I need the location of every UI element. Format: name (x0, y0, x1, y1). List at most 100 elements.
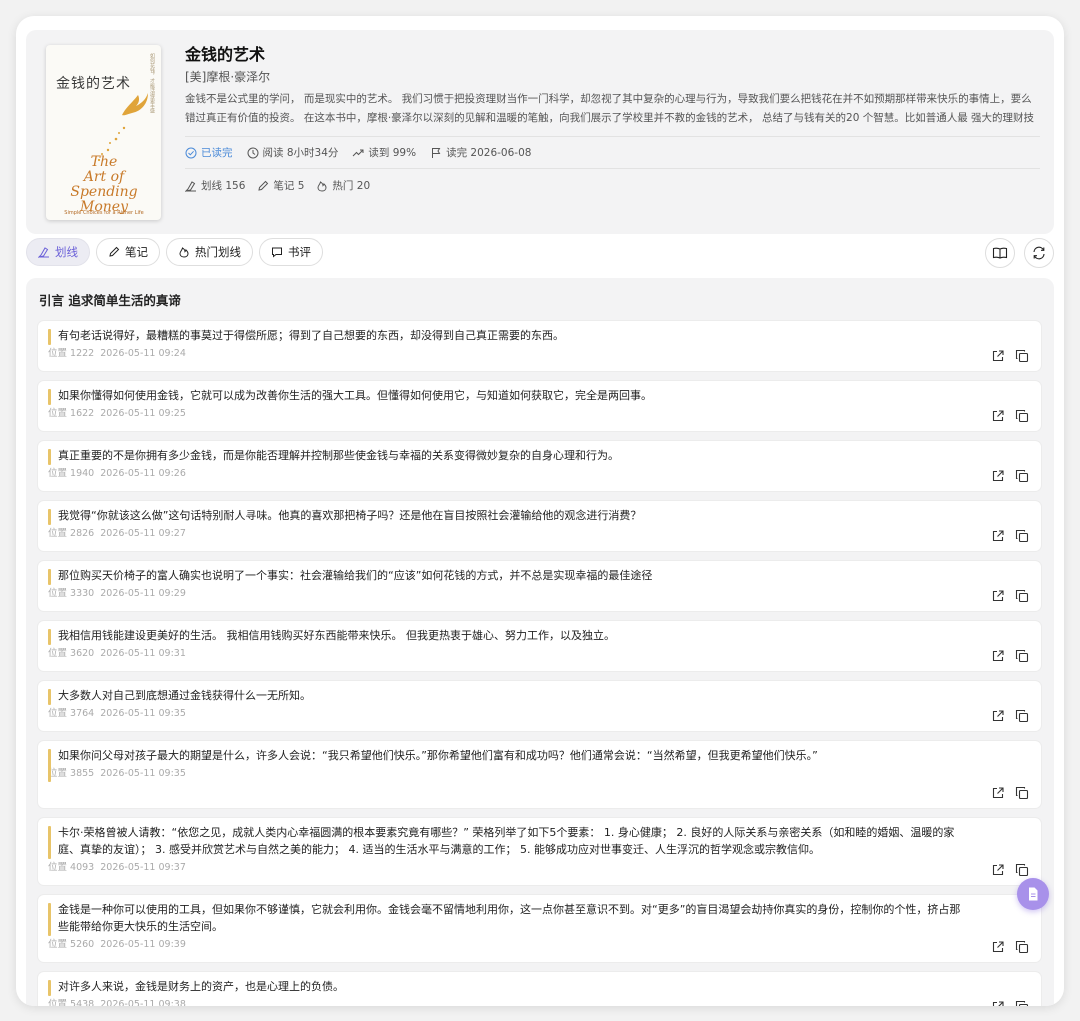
highlight-position: 位置 3330 (48, 588, 95, 599)
copy-button[interactable] (1015, 409, 1029, 423)
share-button[interactable] (991, 649, 1005, 663)
highlight-position: 位置 5438 (48, 999, 95, 1006)
highlight-date: 2026-05-11 09:24 (100, 348, 186, 359)
open-book-button[interactable] (985, 238, 1015, 268)
highlight-date: 2026-05-11 09:35 (100, 708, 186, 719)
flag-icon (432, 147, 441, 158)
highlight-item[interactable]: 我相信用钱能建设更美好的生活。 我相信用钱购买好东西能带来快乐。 但我更热衷于雄… (38, 621, 1041, 671)
highlight-item[interactable]: 有句老话说得好，最糟糕的事莫过于得偿所愿；得到了自己想要的东西，却没得到自己真正… (38, 321, 1041, 371)
reading-status-row: 已读完 阅读 8小时34分 读到 99% 读完 2026-06-08 (185, 136, 1040, 162)
highlight-actions (991, 469, 1029, 483)
share-button[interactable] (991, 529, 1005, 543)
highlight-item[interactable]: 如果你懂得如何使用金钱，它就可以成为改善你生活的强大工具。但懂得如何使用它，与知… (38, 381, 1041, 431)
share-button[interactable] (991, 469, 1005, 483)
highlight-actions (991, 409, 1029, 423)
share-button[interactable] (991, 786, 1005, 800)
highlight-text: 大多数人对自己到底想通过金钱获得什么一无所知。 (58, 689, 311, 702)
share-button[interactable] (991, 349, 1005, 363)
highlight-position: 位置 1622 (48, 408, 95, 419)
highlight-text: 金钱是一种你可以使用的工具，但如果你不够谨慎，它就会利用你。金钱会毫不留情地利用… (58, 903, 961, 933)
copy-icon (1015, 589, 1029, 603)
highlight-text: 真正重要的不是你拥有多少金钱，而是你能否理解并控制那些使金钱与幸福的关系变得微妙… (58, 449, 619, 462)
highlight-color-bar (48, 749, 51, 782)
notes-fab-button[interactable] (1017, 878, 1049, 910)
book-info-card: 如何花钱，才能活得更丰盛 金钱的艺术 The Art of Spending M… (26, 30, 1054, 234)
book-cover[interactable]: 如何花钱，才能活得更丰盛 金钱的艺术 The Art of Spending M… (46, 45, 161, 220)
highlight-meta: 位置 2826 2026-05-11 09:27 (38, 524, 1041, 541)
document-icon (1029, 887, 1038, 901)
highlight-date: 2026-05-11 09:39 (100, 939, 186, 950)
tab-reviews[interactable]: 书评 (259, 238, 323, 266)
highlight-actions (991, 786, 1029, 800)
bird-icon (122, 93, 148, 116)
copy-button[interactable] (1015, 529, 1029, 543)
highlight-item[interactable]: 那位购买天价椅子的富人确实也说明了一个事实：社会灌输给我们的“应该”如何花钱的方… (38, 561, 1041, 611)
highlight-item[interactable]: 真正重要的不是你拥有多少金钱，而是你能否理解并控制那些使金钱与幸福的关系变得微妙… (38, 441, 1041, 491)
highlight-actions (991, 863, 1029, 877)
comment-icon (272, 247, 282, 258)
copy-icon (1015, 529, 1029, 543)
highlight-item[interactable]: 我觉得“你就该这么做”这句话特别耐人寻味。他真的喜欢那把椅子吗？还是他在盲目按照… (38, 501, 1041, 551)
copy-button[interactable] (1015, 1000, 1029, 1006)
highlight-text: 如果你问父母对孩子最大的期望是什么，许多人会说：“我只希望他们快乐。”那你希望他… (58, 749, 818, 762)
highlight-item[interactable]: 对许多人来说，金钱是财务上的资产，也是心理上的负债。 位置 5438 2026-0… (38, 972, 1041, 1006)
copy-icon (1015, 649, 1029, 663)
highlight-color-bar (48, 509, 51, 525)
highlight-position: 位置 3855 (48, 768, 95, 779)
highlight-item[interactable]: 大多数人对自己到底想通过金钱获得什么一无所知。位置 3764 2026-05-1… (38, 681, 1041, 731)
share-button[interactable] (991, 863, 1005, 877)
share-button[interactable] (991, 1000, 1005, 1006)
highlight-text: 卡尔·荣格曾被人请教：“依您之见，成就人类内心幸福圆满的根本要素究竟有哪些？” … (58, 826, 955, 856)
highlights-list: 有句老话说得好，最糟糕的事莫过于得偿所愿；得到了自己想要的东西，却没得到自己真正… (38, 321, 1041, 1006)
highlight-date: 2026-05-11 09:26 (100, 468, 186, 479)
highlight-position: 位置 5260 (48, 939, 95, 950)
copy-icon (1015, 349, 1029, 363)
copy-button[interactable] (1015, 469, 1029, 483)
copy-icon (1015, 709, 1029, 723)
book-title: 金钱的艺术 (185, 45, 266, 64)
clock-icon (247, 147, 258, 158)
copy-button[interactable] (1015, 589, 1029, 603)
highlight-position: 位置 1940 (48, 468, 95, 479)
highlight-color-bar (48, 826, 51, 859)
copy-button[interactable] (1015, 786, 1029, 800)
share-button[interactable] (991, 409, 1005, 423)
share-button[interactable] (991, 589, 1005, 603)
share-button[interactable] (991, 709, 1005, 723)
highlight-color-bar (48, 569, 51, 585)
highlight-color-bar (48, 689, 51, 705)
highlight-date: 2026-05-11 09:37 (100, 862, 186, 873)
share-button[interactable] (991, 940, 1005, 954)
external-link-icon (992, 470, 1004, 482)
copy-button[interactable] (1015, 709, 1029, 723)
refresh-button[interactable] (1024, 238, 1054, 268)
tab-popular-highlights[interactable]: 热门划线 (166, 238, 253, 266)
highlight-actions (991, 529, 1029, 543)
copy-button[interactable] (1015, 649, 1029, 663)
status-done: 已读完 (185, 145, 233, 160)
copy-button[interactable] (1015, 863, 1029, 877)
highlight-actions (991, 1000, 1029, 1006)
highlight-item[interactable]: 金钱是一种你可以使用的工具，但如果你不够谨慎，它就会利用你。金钱会毫不留情地利用… (38, 895, 1041, 962)
highlight-date: 2026-05-11 09:29 (100, 588, 186, 599)
highlight-text: 我相信用钱能建设更美好的生活。 我相信用钱购买好东西能带来快乐。 但我更热衷于雄… (58, 629, 615, 642)
tab-highlights[interactable]: 划线 (26, 238, 90, 266)
copy-icon (1015, 863, 1029, 877)
highlighter-icon (38, 247, 49, 258)
external-link-icon (992, 350, 1004, 362)
copy-button[interactable] (1015, 349, 1029, 363)
highlight-actions (991, 349, 1029, 363)
highlight-meta: 位置 3764 2026-05-11 09:35 (38, 704, 1041, 721)
highlight-text: 那位购买天价椅子的富人确实也说明了一个事实：社会灌输给我们的“应该”如何花钱的方… (58, 569, 653, 582)
external-link-icon (992, 410, 1004, 422)
copy-button[interactable] (1015, 940, 1029, 954)
status-finish-date: 读完 2026-06-08 (430, 145, 531, 160)
highlight-item[interactable]: 卡尔·荣格曾被人请教：“依您之见，成就人类内心幸福圆满的根本要素究竟有哪些？” … (38, 818, 1041, 885)
highlight-color-bar (48, 980, 51, 996)
highlight-position: 位置 3620 (48, 648, 95, 659)
highlight-color-bar (48, 389, 51, 405)
tab-notes[interactable]: 笔记 (96, 238, 160, 266)
copy-icon (1015, 409, 1029, 423)
status-read-time: 阅读 8小时34分 (247, 145, 338, 160)
highlight-item[interactable]: 如果你问父母对孩子最大的期望是什么，许多人会说：“我只希望他们快乐。”那你希望他… (38, 741, 1041, 808)
